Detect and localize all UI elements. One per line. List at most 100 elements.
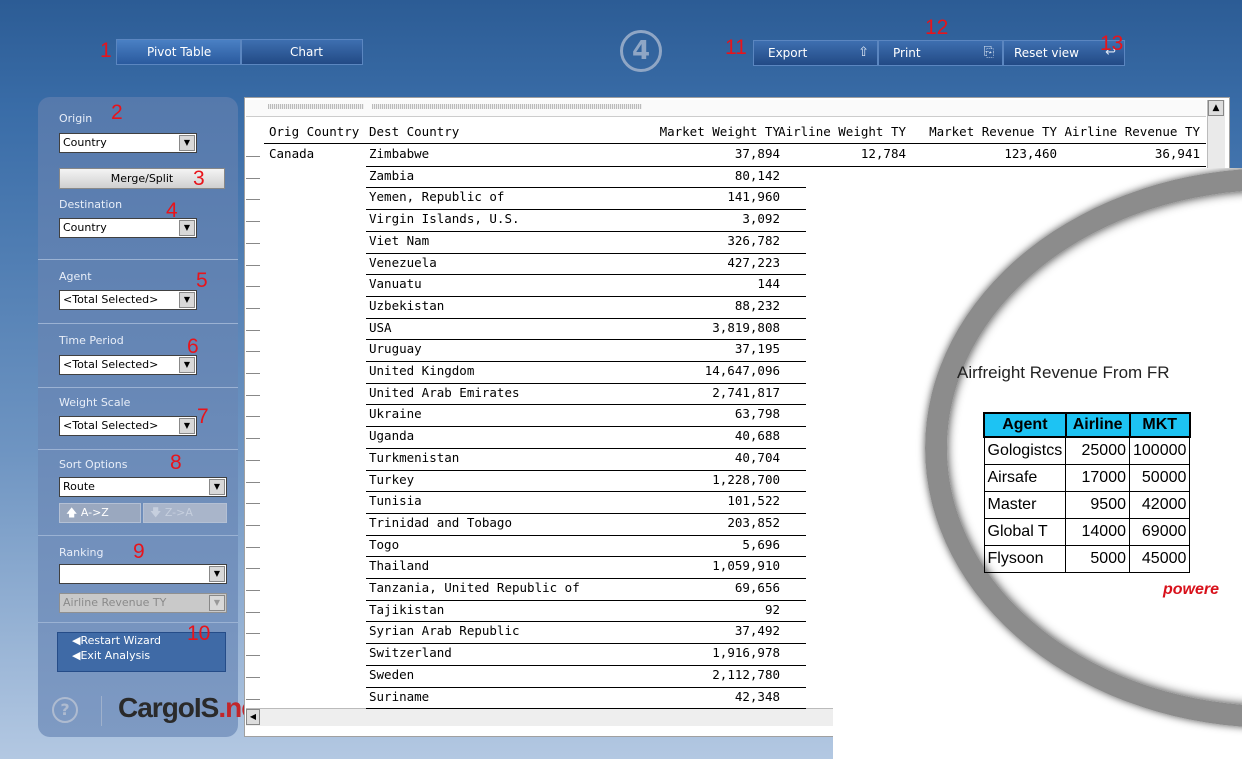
zoom-cell: Master — [983, 490, 1067, 519]
market-weight-cell: 37,195 — [734, 341, 780, 357]
column-drag-handle[interactable] — [372, 104, 642, 109]
column-drag-handle[interactable] — [268, 104, 364, 109]
dest-country-cell: United Kingdom — [369, 363, 475, 378]
ranking-measure-select[interactable]: Airline Revenue TY ▼ — [59, 593, 227, 613]
time-period-select[interactable]: <Total Selected> ▼ — [59, 355, 197, 375]
column-header[interactable]: Orig Country — [269, 124, 359, 139]
callout-10: 10 — [187, 622, 211, 645]
row-divider — [366, 534, 806, 536]
row-handle[interactable] — [246, 546, 260, 548]
row-handle[interactable] — [246, 416, 260, 418]
row-handle[interactable] — [246, 286, 260, 288]
upload-icon: ⇧ — [858, 45, 869, 60]
row-divider — [366, 382, 806, 384]
export-button[interactable]: Export ⇧ — [753, 40, 878, 66]
column-header[interactable]: Airline Revenue TY — [1065, 124, 1200, 139]
table-row: Airsafe 17000 50000 — [983, 463, 1191, 492]
tab-chart[interactable]: Chart — [241, 39, 363, 65]
chevron-down-icon: ▼ — [179, 418, 195, 434]
first-row-value: 12,784 — [860, 146, 906, 161]
row-handle[interactable] — [246, 524, 260, 526]
row-handle[interactable] — [246, 459, 260, 461]
divider — [38, 449, 238, 450]
arrow-up-icon: 🡅 — [66, 506, 78, 519]
header-divider — [264, 143, 1206, 144]
market-weight-cell: 37,492 — [734, 623, 780, 639]
row-handle[interactable] — [246, 373, 260, 374]
row-handle[interactable] — [246, 503, 260, 505]
chevron-down-icon: ▼ — [209, 479, 225, 495]
dest-country-cell: Uganda — [369, 428, 415, 444]
row-handle[interactable] — [246, 221, 260, 223]
column-header[interactable]: Market Revenue TY — [929, 124, 1057, 139]
ranking-select[interactable]: ▼ — [59, 564, 227, 584]
ranking-label: Ranking — [59, 546, 104, 559]
row-divider — [366, 664, 806, 666]
zoom-cell: 14000 — [1065, 517, 1130, 546]
zoom-cell: Airsafe — [983, 463, 1067, 492]
row-handle[interactable] — [246, 329, 260, 331]
scroll-up-icon[interactable]: ▲ — [1208, 100, 1224, 116]
row-handle[interactable] — [246, 676, 260, 678]
row-handle[interactable] — [246, 611, 260, 613]
row-divider — [366, 295, 806, 297]
market-weight-cell: 40,688 — [734, 428, 780, 444]
row-divider — [366, 361, 806, 362]
row-handle[interactable] — [246, 394, 260, 396]
column-header[interactable]: Market Weight TY — [660, 124, 780, 139]
row-handle[interactable] — [246, 242, 260, 244]
zoom-cell: Global T — [983, 517, 1067, 546]
agent-value: <Total Selected> — [63, 293, 159, 306]
row-handle[interactable] — [246, 177, 260, 179]
market-weight-cell: 141,960 — [727, 189, 780, 205]
row-handle[interactable] — [246, 156, 260, 157]
scroll-left-icon[interactable]: ◀ — [246, 709, 260, 725]
row-handle[interactable] — [246, 351, 260, 353]
column-header[interactable]: Airline Weight TY — [778, 124, 906, 139]
help-icon[interactable]: ? — [52, 697, 78, 723]
sort-ascending-button[interactable]: 🡅 A->Z — [59, 503, 141, 523]
sort-descending-button[interactable]: 🡇 Z->A — [143, 503, 227, 523]
destination-label: Destination — [59, 198, 123, 211]
chevron-down-icon: ▼ — [179, 135, 195, 151]
row-divider — [366, 165, 806, 167]
dest-country-cell: Togo — [369, 536, 400, 552]
exit-analysis-button[interactable]: ◀Exit Analysis — [58, 648, 225, 663]
row-handle[interactable] — [246, 698, 260, 700]
agent-select[interactable]: <Total Selected> ▼ — [59, 290, 197, 310]
row-handle[interactable] — [246, 590, 260, 591]
row-divider — [366, 708, 806, 710]
row-divider — [366, 578, 806, 579]
market-weight-cell: 37,894 — [734, 146, 780, 161]
row-handle[interactable] — [246, 199, 260, 201]
print-button[interactable]: Print ⎘ — [878, 40, 1003, 66]
row-handle[interactable] — [246, 568, 260, 570]
row-handle[interactable] — [246, 307, 260, 309]
origin-select[interactable]: Country ▼ — [59, 133, 197, 153]
row-handle[interactable] — [246, 438, 260, 440]
row-divider — [366, 556, 806, 558]
market-weight-cell: 427,223 — [727, 254, 780, 270]
dest-country-cell: Thailand — [369, 558, 430, 574]
zoom-cell: 45000 — [1128, 544, 1191, 573]
market-weight-cell: 1,228,700 — [712, 471, 780, 487]
vertical-scrollbar[interactable]: ▲ — [1207, 100, 1225, 170]
row-divider — [366, 469, 806, 471]
weight-scale-select[interactable]: <Total Selected> ▼ — [59, 416, 197, 436]
row-handle[interactable] — [246, 264, 260, 266]
row-divider — [366, 491, 806, 493]
divider — [38, 259, 238, 260]
row-handle[interactable] — [246, 633, 260, 635]
sort-select[interactable]: Route ▼ — [59, 477, 227, 497]
row-handle[interactable] — [246, 655, 260, 657]
callout-1: 1 — [100, 39, 112, 62]
chevron-down-icon: ▼ — [179, 220, 195, 236]
restart-wizard-label: Restart Wizard — [80, 634, 162, 647]
tab-pivot-table[interactable]: Pivot Table — [116, 39, 241, 65]
sort-desc-label: Z->A — [164, 506, 193, 519]
printer-icon: ⎘ — [983, 45, 994, 60]
row-handle[interactable] — [246, 481, 260, 483]
column-header[interactable]: Dest Country — [369, 124, 459, 139]
destination-value: Country — [63, 221, 107, 234]
row-divider — [366, 339, 806, 341]
